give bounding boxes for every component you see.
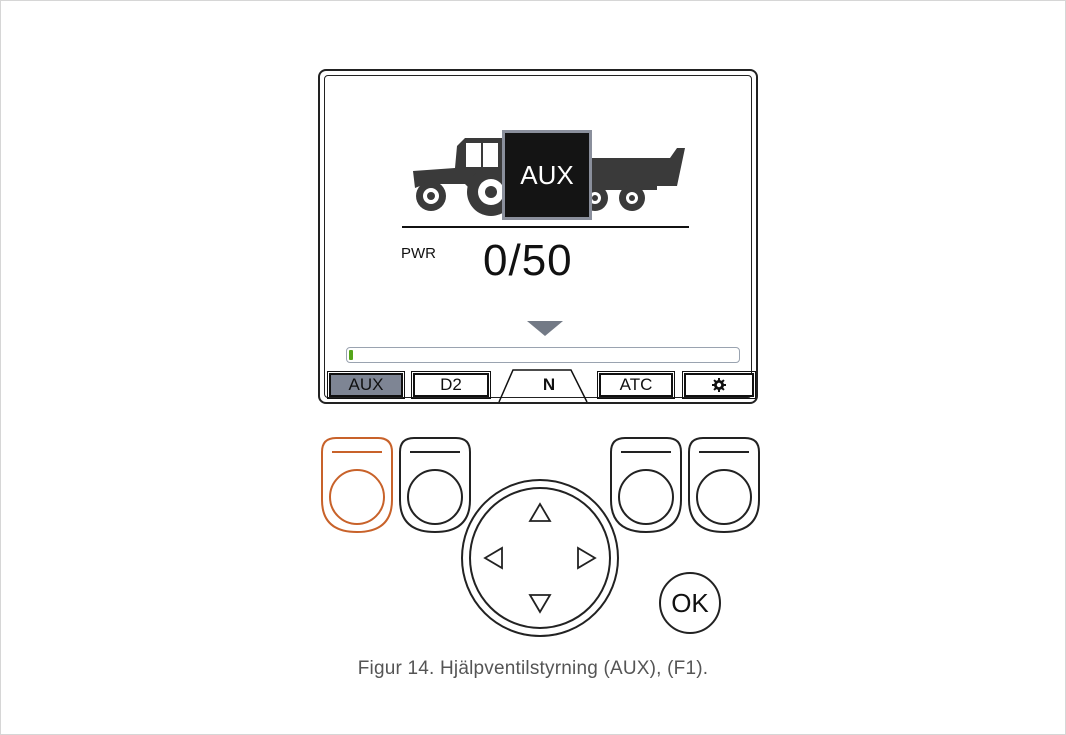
- down-arrow-icon[interactable]: [528, 594, 552, 614]
- physical-controls: OK: [321, 437, 760, 637]
- f3-button[interactable]: [610, 437, 682, 534]
- f4-button[interactable]: [688, 437, 760, 534]
- f1-button[interactable]: [321, 437, 393, 534]
- f2-button[interactable]: [399, 437, 471, 534]
- figure-caption: Figur 14. Hjälpventilstyrning (AUX), (F1…: [357, 658, 709, 679]
- right-arrow-icon[interactable]: [577, 546, 597, 570]
- up-arrow-icon[interactable]: [528, 502, 552, 522]
- ok-button[interactable]: OK: [659, 572, 721, 634]
- left-arrow-icon[interactable]: [483, 546, 503, 570]
- ok-button-label: OK: [671, 588, 709, 618]
